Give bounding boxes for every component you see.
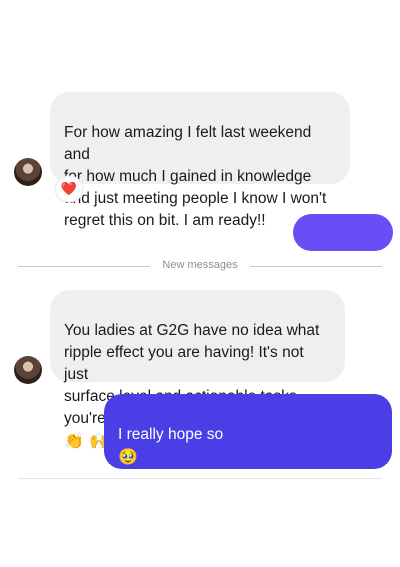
pleading-face-emoji: 🥹 (118, 447, 138, 466)
avatar[interactable] (14, 158, 42, 186)
message-text: Yesssssss (307, 261, 379, 278)
bottom-separator (18, 478, 382, 479)
clap-raise-hands-emoji: 👏 🙌 (64, 431, 109, 450)
avatar[interactable] (14, 356, 42, 384)
message-text-part-2: it's been our dream for so long, to give… (118, 471, 357, 532)
divider-line-right (250, 266, 382, 267)
incoming-message-1[interactable]: For how amazing I felt last weekend and … (50, 92, 350, 229)
reaction-emoji: ❤️ (60, 181, 78, 196)
outgoing-message-1[interactable]: Yesssssss (293, 214, 393, 278)
incoming-message-2[interactable]: You ladies at G2G have no idea what ripp… (50, 290, 345, 450)
outgoing-message-2[interactable]: I really hope so 🥹 it's been our dream f… (104, 394, 392, 532)
message-text-part-1: I really hope so (118, 426, 224, 443)
divider-line-left (18, 266, 150, 267)
new-messages-divider-label: New messages (162, 259, 238, 271)
message-text: For how amazing I felt last weekend and … (64, 124, 327, 229)
heart-reaction-icon[interactable]: ❤️ (56, 177, 82, 201)
